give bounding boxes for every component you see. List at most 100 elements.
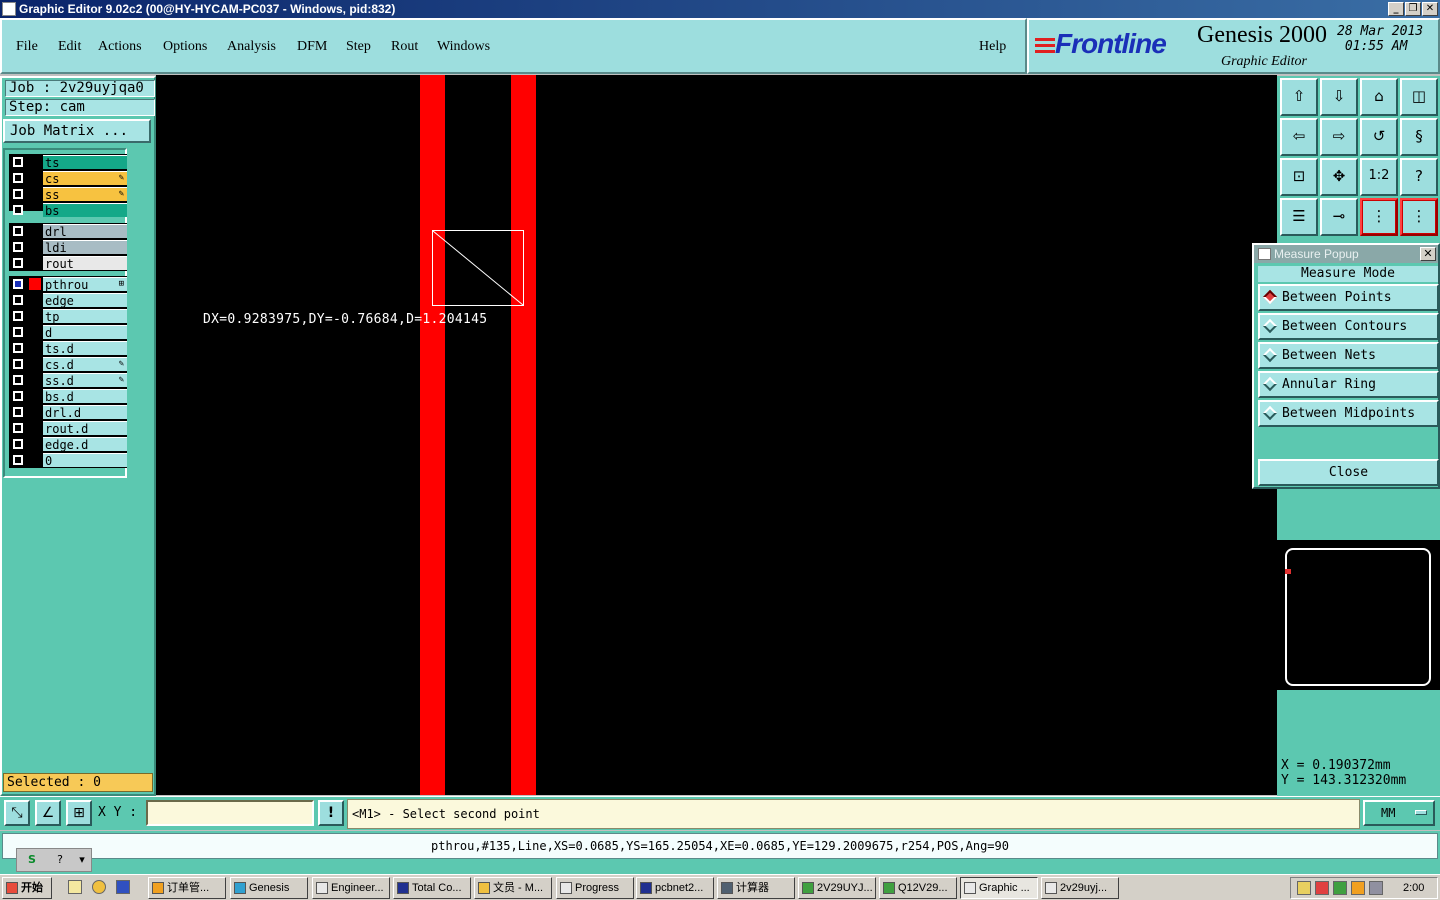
layer-name[interactable]: drl.d bbox=[43, 405, 127, 420]
measure-tool-icon[interactable]: ⊸ bbox=[1320, 198, 1358, 236]
window-icon[interactable]: ◫ bbox=[1400, 78, 1438, 116]
layer-name[interactable]: bs bbox=[43, 203, 127, 218]
option-between-contours[interactable]: Between Contours bbox=[1258, 313, 1439, 340]
layer-name[interactable]: ss.d bbox=[43, 373, 127, 388]
layer-name[interactable]: drl bbox=[43, 224, 127, 239]
overview-map[interactable] bbox=[1277, 540, 1440, 690]
layer-checkbox[interactable] bbox=[13, 439, 23, 449]
taskbar-item[interactable]: Q12V29... bbox=[879, 877, 957, 899]
menu-file[interactable]: File bbox=[16, 39, 38, 55]
layer-row-bs[interactable]: bs bbox=[9, 203, 127, 218]
ime-help-icon[interactable]: ? bbox=[51, 852, 69, 868]
taskbar-item[interactable]: 文员 - M... bbox=[474, 877, 552, 899]
layer-checkbox[interactable] bbox=[13, 327, 23, 337]
zoom-down-icon[interactable]: ⇩ bbox=[1320, 78, 1358, 116]
layer-checkbox[interactable] bbox=[13, 311, 23, 321]
layer-name[interactable]: ts.d bbox=[43, 341, 127, 356]
start-button[interactable]: 开始 bbox=[2, 877, 52, 899]
pan-right-icon[interactable]: ⇨ bbox=[1320, 118, 1358, 156]
layer-name[interactable]: cs.d bbox=[43, 357, 127, 372]
layer-row-drl[interactable]: drl bbox=[9, 224, 127, 239]
layer-row-bs-d[interactable]: bs.d bbox=[9, 389, 127, 404]
popup-close-button[interactable]: Close bbox=[1258, 459, 1439, 486]
menu-step[interactable]: Step bbox=[346, 39, 371, 55]
option-between-nets[interactable]: Between Nets bbox=[1258, 342, 1439, 369]
job-matrix-button[interactable]: Job Matrix ... bbox=[3, 119, 151, 143]
menu-edit[interactable]: Edit bbox=[58, 39, 81, 55]
alert-icon[interactable]: ! bbox=[318, 800, 344, 826]
browser-icon[interactable] bbox=[116, 880, 130, 894]
layer-checkbox[interactable] bbox=[13, 279, 23, 289]
taskbar-item[interactable]: Graphic ... bbox=[960, 877, 1038, 899]
layer-checkbox[interactable] bbox=[13, 173, 23, 183]
layer-name[interactable]: ss bbox=[43, 187, 127, 202]
layer-checkbox[interactable] bbox=[13, 205, 23, 215]
layer-checkbox[interactable] bbox=[13, 157, 23, 167]
layer-row-drl-d[interactable]: drl.d bbox=[9, 405, 127, 420]
taskbar-item[interactable]: Progress bbox=[556, 877, 634, 899]
layer-checkbox[interactable] bbox=[13, 242, 23, 252]
taskbar-item[interactable]: 计算器 bbox=[717, 877, 795, 899]
taskbar-item[interactable]: 2V29UYJ... bbox=[798, 877, 876, 899]
help-icon[interactable]: ? bbox=[1400, 158, 1438, 196]
layer-row-cs-d[interactable]: cs.d ✎ bbox=[9, 357, 127, 372]
layer-name[interactable]: rout bbox=[43, 256, 127, 271]
layer-row-rout-d[interactable]: rout.d bbox=[9, 421, 127, 436]
pthrou-line-feature[interactable] bbox=[420, 75, 445, 795]
popup-title[interactable]: Measure Popup bbox=[1254, 245, 1438, 263]
tray-app-icon[interactable] bbox=[1369, 881, 1383, 895]
layer-checkbox[interactable] bbox=[13, 359, 23, 369]
restore-button[interactable]: ❐ bbox=[1405, 2, 1421, 16]
option-between-midpoints[interactable]: Between Midpoints bbox=[1258, 400, 1439, 427]
layer-checkbox[interactable] bbox=[13, 407, 23, 417]
taskbar-item[interactable]: pcbnet2... bbox=[636, 877, 714, 899]
layer-row-ss-d[interactable]: ss.d ✎ bbox=[9, 373, 127, 388]
layer-color-swatch[interactable] bbox=[29, 278, 41, 290]
clock[interactable]: 2:00 bbox=[1403, 878, 1424, 898]
redraw-icon[interactable]: ↺ bbox=[1360, 118, 1398, 156]
layer-checkbox[interactable] bbox=[13, 343, 23, 353]
layer-row-edge[interactable]: edge bbox=[9, 293, 127, 308]
layer-row-ldi[interactable]: ldi bbox=[9, 240, 127, 255]
snap-icon[interactable]: § bbox=[1400, 118, 1438, 156]
home-icon[interactable]: ⌂ bbox=[1360, 78, 1398, 116]
layer-name[interactable]: rout.d bbox=[43, 421, 127, 436]
angle-mode-icon[interactable]: ∠ bbox=[35, 800, 61, 826]
layer-name[interactable]: 0 bbox=[43, 453, 127, 468]
layer-row-ts[interactable]: ts bbox=[9, 155, 127, 170]
settings-icon[interactable]: ☰ bbox=[1280, 198, 1318, 236]
xy-input[interactable] bbox=[146, 800, 314, 826]
layer-name[interactable]: tp bbox=[43, 309, 127, 324]
menu-rout[interactable]: Rout bbox=[391, 39, 418, 55]
layer-checkbox[interactable] bbox=[13, 423, 23, 433]
menu-actions[interactable]: Actions bbox=[98, 39, 142, 55]
scale-1-2-icon[interactable]: 1:2 bbox=[1360, 158, 1398, 196]
option-between-points[interactable]: Between Points bbox=[1258, 284, 1439, 311]
fit-all-icon[interactable]: ⊡ bbox=[1280, 158, 1318, 196]
taskbar-item[interactable]: Genesis bbox=[230, 877, 308, 899]
pan-left-icon[interactable]: ⇦ bbox=[1280, 118, 1318, 156]
tray-app-icon[interactable] bbox=[1297, 881, 1311, 895]
taskbar-item[interactable]: Total Co... bbox=[393, 877, 471, 899]
clock-app-icon[interactable] bbox=[92, 880, 106, 894]
layer-row-cs[interactable]: cs ✎ bbox=[9, 171, 127, 186]
menu-help[interactable]: Help bbox=[979, 39, 1006, 55]
taskbar-item[interactable]: 订单管... bbox=[148, 877, 226, 899]
layer-row-rout[interactable]: rout bbox=[9, 256, 127, 271]
tray-app-icon[interactable] bbox=[1333, 881, 1347, 895]
layer-checkbox[interactable] bbox=[13, 189, 23, 199]
tray-app-icon[interactable] bbox=[1315, 881, 1329, 895]
layer-name[interactable]: d bbox=[43, 325, 127, 340]
layer-row-edge-d[interactable]: edge.d bbox=[9, 437, 127, 452]
layer-checkbox[interactable] bbox=[13, 226, 23, 236]
layer-name[interactable]: bs.d bbox=[43, 389, 127, 404]
taskbar-item[interactable]: Engineer... bbox=[312, 877, 390, 899]
show-desktop-icon[interactable] bbox=[68, 880, 82, 894]
layer-name[interactable]: ldi bbox=[43, 240, 127, 255]
menu-options[interactable]: Options bbox=[163, 39, 207, 55]
layer-row-0[interactable]: 0 bbox=[9, 453, 127, 468]
layer-row-d[interactable]: d bbox=[9, 325, 127, 340]
graphic-canvas[interactable]: DX=0.9283975,DY=-0.76684,D=1.204145 bbox=[156, 75, 1277, 795]
option-annular-ring[interactable]: Annular Ring bbox=[1258, 371, 1439, 398]
taskbar-item[interactable]: 2v29uyj... bbox=[1041, 877, 1119, 899]
